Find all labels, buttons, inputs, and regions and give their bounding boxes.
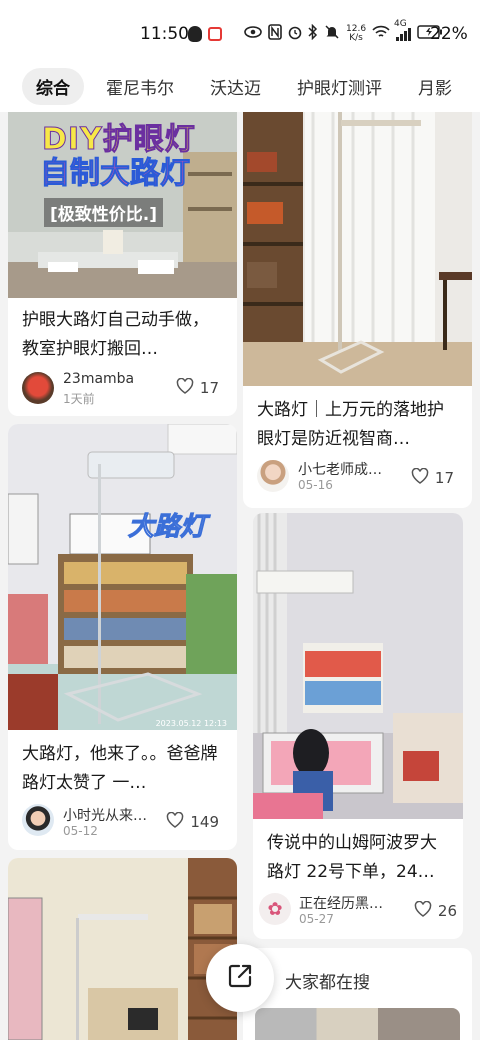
post-title: 大路灯，他来了。。爸爸牌路灯太赞了 一… [22, 744, 218, 793]
search-suggest-label: 大家都在搜 [285, 973, 370, 993]
qq-icon [188, 26, 202, 42]
tab-all[interactable]: 综合 [22, 67, 84, 105]
overlay-text-road-lamp: 自制大路灯 [40, 156, 191, 192]
bluetooth-icon [308, 23, 318, 44]
mute-icon [324, 24, 340, 44]
author-name: 23mamba [63, 371, 135, 387]
status-icons: 12.6 K/s 4G [188, 19, 443, 46]
post-date: 05-27 [299, 912, 334, 926]
post-card[interactable]: 大路灯 2023.05.12 12:13 大路灯，他来了。。爸爸牌路灯太赞了 一… [8, 424, 237, 850]
like-button[interactable]: 17 [176, 377, 219, 398]
suggest-thumbnail [255, 1008, 460, 1040]
share-button[interactable] [206, 944, 274, 1012]
post-title: 传说中的山姆阿波罗大路灯 22号下单，24… [267, 833, 437, 882]
category-tabs: 综合 霍尼韦尔 沃达迈 护眼灯测评 月影 [0, 60, 480, 112]
wifi-icon [372, 25, 390, 43]
status-time: 11:50 [140, 24, 189, 44]
overlay-text-value: [极致性价比.] [44, 198, 163, 227]
heart-icon [411, 467, 429, 488]
heart-icon [414, 900, 432, 921]
tab-wodamai[interactable]: 沃达迈 [196, 68, 275, 105]
nfc-icon [268, 24, 282, 44]
like-button[interactable]: 26 [414, 900, 457, 921]
post-title: 大路灯｜上万元的落地护眼灯是防近视智商… [257, 400, 444, 449]
post-date: 05-16 [298, 478, 333, 492]
avatar: ✿ [259, 893, 291, 925]
avatar [257, 460, 289, 492]
post-card[interactable]: DIY护眼灯 自制大路灯 [极致性价比.] 护眼大路灯自己动手做，教室护眼灯搬回… [8, 112, 237, 416]
tab-honeywell[interactable]: 霍尼韦尔 [92, 68, 188, 105]
alarm-icon [288, 24, 302, 44]
author-name: 小七老师成… [298, 462, 382, 478]
tab-eye-lamp-review[interactable]: 护眼灯测评 [283, 68, 396, 105]
tab-yueying[interactable]: 月影 [404, 68, 466, 105]
post-card[interactable]: 传说中的山姆阿波罗大路灯 22号下单，24… ✿ 正在经历黑… 05-27 26 [253, 513, 463, 939]
post-thumbnail [253, 513, 463, 819]
avatar [22, 372, 54, 404]
post-thumbnail: DIY护眼灯 自制大路灯 [极致性价比.] [8, 112, 237, 298]
heart-icon [166, 811, 184, 832]
battery-percent: 22% [430, 24, 468, 44]
post-thumbnail: 大路灯 2023.05.12 12:13 [8, 424, 237, 730]
post-thumbnail [8, 858, 237, 1040]
avatar [22, 804, 54, 836]
like-button[interactable]: 149 [166, 811, 219, 832]
post-card[interactable]: 大路灯｜上万元的落地护眼灯是防近视智商… 小七老师成… 05-16 17 [243, 112, 472, 508]
overlay-text-big-lamp: 大路灯 [127, 512, 207, 543]
post-date: 05-12 [63, 824, 98, 838]
post-title: 护眼大路灯自己动手做，教室护眼灯搬回… [22, 310, 209, 359]
cell-signal-icon: 4G [394, 19, 412, 41]
eye-icon [244, 26, 262, 42]
net-speed: 12.6 K/s [346, 24, 367, 43]
like-count: 26 [437, 902, 457, 920]
like-count: 149 [190, 813, 219, 831]
status-bar: 11:50 12.6 K/s 4G 22% [0, 0, 480, 60]
search-suggest-card[interactable]: 大家都在搜 [243, 948, 472, 1040]
like-count: 17 [199, 379, 219, 397]
heart-icon [176, 377, 194, 398]
like-button[interactable]: 17 [411, 467, 454, 488]
author-name: 正在经历黑… [299, 896, 383, 912]
photo-timestamp: 2023.05.12 12:13 [155, 719, 227, 728]
share-icon [226, 962, 254, 994]
post-date: 1天前 [63, 392, 95, 406]
like-count: 17 [434, 469, 454, 487]
author-name: 小时光从来… [63, 808, 147, 824]
post-card[interactable] [8, 858, 237, 1040]
post-thumbnail [243, 112, 472, 386]
app-notification-icon [208, 27, 222, 41]
rabbit-icon: ✿ [267, 898, 283, 920]
